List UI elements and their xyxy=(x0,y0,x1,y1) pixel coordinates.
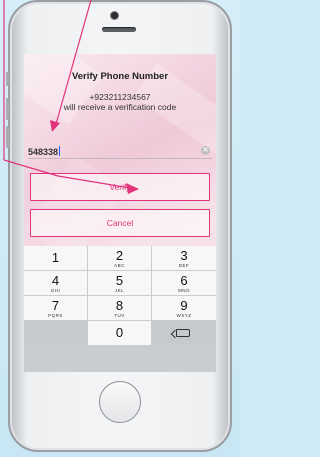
key-9[interactable]: 9 WXYZ xyxy=(152,296,216,320)
key-2[interactable]: 2 ABC xyxy=(88,246,151,270)
key-1[interactable]: 1 xyxy=(24,246,87,270)
key-6[interactable]: 6 MNO xyxy=(152,271,216,295)
dialog-title: Verify Phone Number xyxy=(71,71,169,82)
verify-button[interactable]: Verify xyxy=(30,173,210,201)
phone-screen: Verify Phone Number +923211234567 will r… xyxy=(24,54,216,372)
verification-code-input[interactable]: 548338 ✕ xyxy=(28,145,212,159)
front-camera xyxy=(111,12,118,19)
mute-switch xyxy=(6,72,9,86)
key-8[interactable]: 8 TUV xyxy=(88,296,151,320)
background-facet xyxy=(24,54,104,125)
phone-number-text: +923211234567 xyxy=(89,92,151,102)
key-7[interactable]: 7 PQRS xyxy=(24,296,87,320)
volume-up-button xyxy=(6,98,9,120)
backspace-key[interactable] xyxy=(152,321,216,345)
volume-down-button xyxy=(6,126,9,148)
text-caret xyxy=(59,146,61,156)
clear-circle-icon[interactable]: ✕ xyxy=(201,146,210,155)
blank-key xyxy=(24,321,87,345)
key-5[interactable]: 5 JKL xyxy=(88,271,151,295)
backspace-icon xyxy=(176,329,190,337)
input-underline xyxy=(28,158,212,159)
numeric-keypad: 1 2 ABC 3 DEF 4 GHI 5 JKL 6 MNO 7 PQRS 8… xyxy=(24,246,216,372)
key-3[interactable]: 3 DEF xyxy=(152,246,216,270)
key-0[interactable]: 0 xyxy=(88,321,151,345)
home-button[interactable] xyxy=(99,381,141,423)
verification-message: will receive a verification code xyxy=(63,102,177,112)
cancel-button[interactable]: Cancel xyxy=(30,209,210,237)
earpiece-speaker xyxy=(102,27,136,32)
key-4[interactable]: 4 GHI xyxy=(24,271,87,295)
code-value: 548338 xyxy=(28,146,61,157)
